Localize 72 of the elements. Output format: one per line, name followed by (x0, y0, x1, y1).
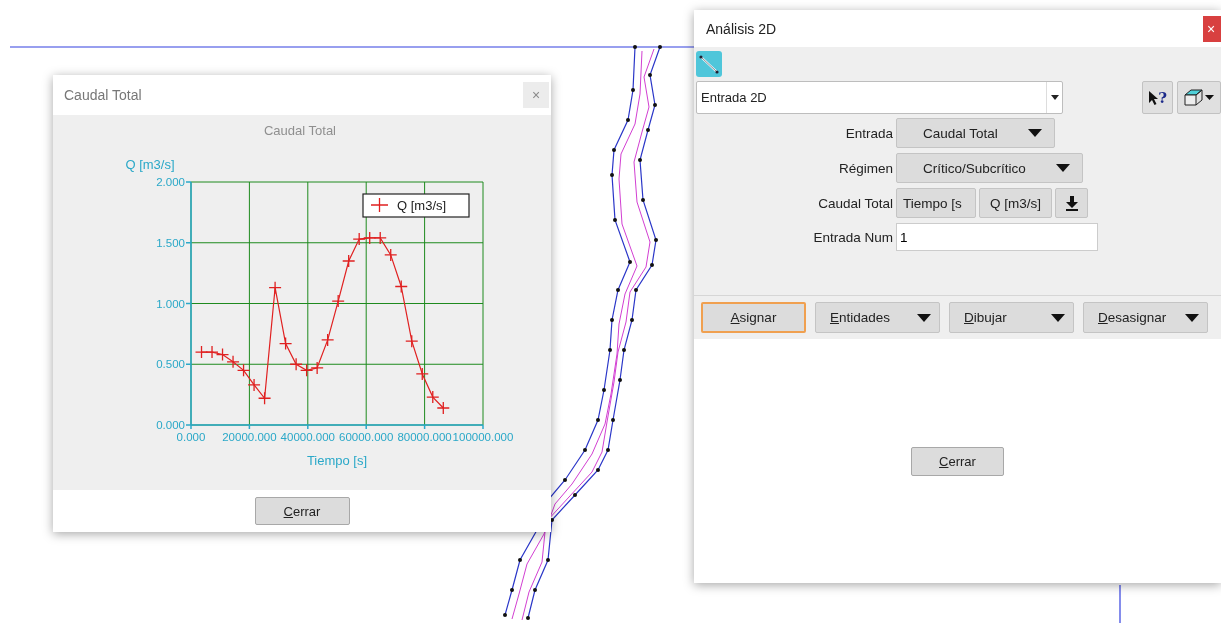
caret-icon (1051, 313, 1065, 322)
data-point (310, 361, 324, 375)
window-title: Caudal Total (64, 87, 142, 103)
y-tick-label: 0.500 (156, 358, 185, 371)
data-point (405, 334, 419, 348)
pointer-icon (1148, 89, 1160, 106)
data-point (363, 231, 377, 245)
x-tick-label: 80000.000 (397, 431, 452, 443)
caret-icon (917, 313, 931, 322)
x-tick-label: 40000.000 (280, 431, 335, 443)
close-button[interactable]: × (1203, 15, 1221, 42)
close-dialog-button[interactable]: Cerrar (254, 497, 350, 525)
input-field[interactable]: 1 (896, 223, 1098, 251)
caret-icon (1185, 313, 1199, 322)
data-point (205, 345, 219, 359)
data-point (215, 347, 230, 362)
data-point (194, 345, 209, 359)
y-tick-label: 1.500 (156, 236, 185, 249)
mode-dropdown[interactable]: Entrada 2D (696, 81, 1063, 114)
x-tick-label: 20000.000 (222, 431, 277, 443)
x-tick-label: 60000.000 (339, 431, 394, 443)
field-label: Caudal Total (817, 195, 893, 211)
caret-icon (1055, 164, 1070, 172)
column-button[interactable]: Tiempo [s (896, 188, 976, 218)
dropdown[interactable]: Crítico/Subcrítico (896, 153, 1083, 183)
x-tick-label: 0.000 (176, 431, 206, 443)
field-label: Régimen (837, 160, 893, 176)
data-point (426, 390, 440, 404)
data-point (373, 231, 387, 245)
dropdown[interactable]: Caudal Total (896, 118, 1055, 148)
close-dialog-button[interactable]: Cerrar (911, 446, 1004, 476)
data-point (226, 355, 240, 369)
data-point (236, 363, 251, 377)
data-point (342, 254, 356, 268)
action-button[interactable]: Dibujar (949, 302, 1074, 333)
legend-label: Q [m3/s] (397, 198, 447, 213)
data-point (415, 367, 429, 381)
download-icon (1064, 195, 1079, 211)
y-tick-label: 1.000 (156, 297, 185, 310)
column-button[interactable]: Q [m3/s] (979, 188, 1052, 218)
data-point (289, 357, 303, 371)
data-point (321, 333, 335, 347)
action-button[interactable]: Entidades (815, 302, 940, 333)
caret-icon (1050, 95, 1059, 100)
data-point (436, 401, 450, 415)
data-point (384, 248, 398, 262)
caret-icon (1027, 129, 1042, 137)
y-tick-label: 0.000 (156, 419, 185, 431)
x-axis-title: Tiempo [s] (306, 453, 368, 468)
field-label: Entrada Num (812, 229, 893, 245)
data-point (268, 281, 282, 295)
download-button[interactable] (1055, 188, 1088, 218)
y-axis-title: Q [m3/s] (125, 157, 175, 172)
data-point (331, 294, 345, 308)
help-button[interactable]: ? (1142, 81, 1173, 114)
data-point (278, 336, 293, 351)
data-point (394, 279, 408, 294)
boundary-line (1119, 584, 1121, 623)
chart-legend: Q [m3/s] (362, 193, 470, 218)
field-label: Entrada (844, 125, 893, 141)
y-tick-label: 2.000 (156, 176, 185, 188)
data-point (300, 363, 314, 377)
data-point (257, 391, 272, 405)
action-button[interactable]: Asignar (701, 302, 806, 333)
action-button[interactable]: Desasignar (1083, 302, 1208, 333)
data-point (247, 378, 261, 392)
x-tick-label: 100000.000 (452, 431, 514, 443)
chart-title: Caudal Total (264, 123, 336, 138)
data-point (352, 232, 366, 246)
line-tool-icon[interactable] (696, 51, 722, 77)
eraser-dropdown-button[interactable] (1177, 81, 1221, 114)
window-title: Análisis 2D (706, 20, 777, 37)
